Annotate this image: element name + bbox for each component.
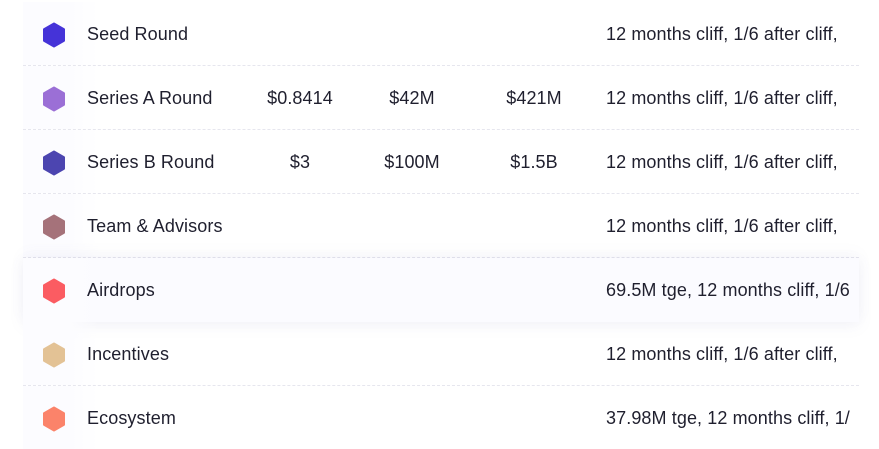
hexagon-shape [43,150,65,176]
token-price [255,258,345,322]
token-price [255,194,345,257]
hexagon-icon [41,22,67,48]
hexagon-shape [43,406,65,432]
round-name: Incentives [87,344,170,364]
hexagon-shape [43,22,65,48]
vesting-schedule: 12 months cliff, 1/6 after cliff, [606,88,838,108]
valuation [489,322,579,385]
vesting-schedule: 12 months cliff, 1/6 after cliff, [606,24,838,44]
token-price: $0.8414 [267,88,333,108]
table-row[interactable]: Seed Round 12 months cliff, 1/6 after cl… [23,2,859,66]
valuation: $421M [506,88,562,108]
table-row[interactable]: Incentives 12 months cliff, 1/6 after cl… [23,322,859,386]
round-name: Seed Round [87,24,189,44]
table-row[interactable]: Ecosystem 37.98M tge, 12 months cliff, 1… [23,386,859,449]
raise-amount [367,194,457,257]
round-name: Series B Round [87,152,215,172]
round-name: Series A Round [87,88,213,108]
raise-amount [367,322,457,385]
vesting-schedule: 12 months cliff, 1/6 after cliff, [606,344,838,364]
hexagon-icon [41,406,67,432]
raise-amount [367,2,457,65]
raise-amount: $100M [384,152,440,172]
table-row[interactable]: Series B Round $3 $100M $1.5B 12 months … [23,130,859,194]
hexagon-icon [41,342,67,368]
round-name: Ecosystem [87,408,176,428]
raise-amount [367,258,457,322]
valuation [489,386,579,449]
valuation: $1.5B [510,152,558,172]
table-row[interactable]: Team & Advisors 12 months cliff, 1/6 aft… [23,194,859,258]
vesting-schedule: 12 months cliff, 1/6 after cliff, [606,216,838,236]
hexagon-icon [41,86,67,112]
hexagon-shape [43,86,65,112]
valuation [489,258,579,322]
token-price [255,386,345,449]
vesting-schedule: 12 months cliff, 1/6 after cliff, [606,152,838,172]
allocation-table: Seed Round 12 months cliff, 1/6 after cl… [0,0,879,449]
hexagon-icon [41,150,67,176]
hexagon-icon [41,278,67,304]
round-name: Team & Advisors [87,216,223,236]
valuation [489,2,579,65]
round-name: Airdrops [87,280,155,300]
token-price [255,322,345,385]
raise-amount [367,386,457,449]
hexagon-shape [43,278,65,304]
raise-amount: $42M [389,88,435,108]
hexagon-shape [43,342,65,368]
hexagon-shape [43,214,65,240]
vesting-schedule: 69.5M tge, 12 months cliff, 1/6 [606,280,850,300]
token-price: $3 [289,152,311,172]
table-row[interactable]: Series A Round $0.8414 $42M $421M 12 mon… [23,66,859,130]
hexagon-icon [41,214,67,240]
token-price [255,2,345,65]
vesting-schedule: 37.98M tge, 12 months cliff, 1/ [606,408,850,428]
table-row-hovered[interactable]: Airdrops 69.5M tge, 12 months cliff, 1/6 [23,258,859,322]
valuation [489,194,579,257]
